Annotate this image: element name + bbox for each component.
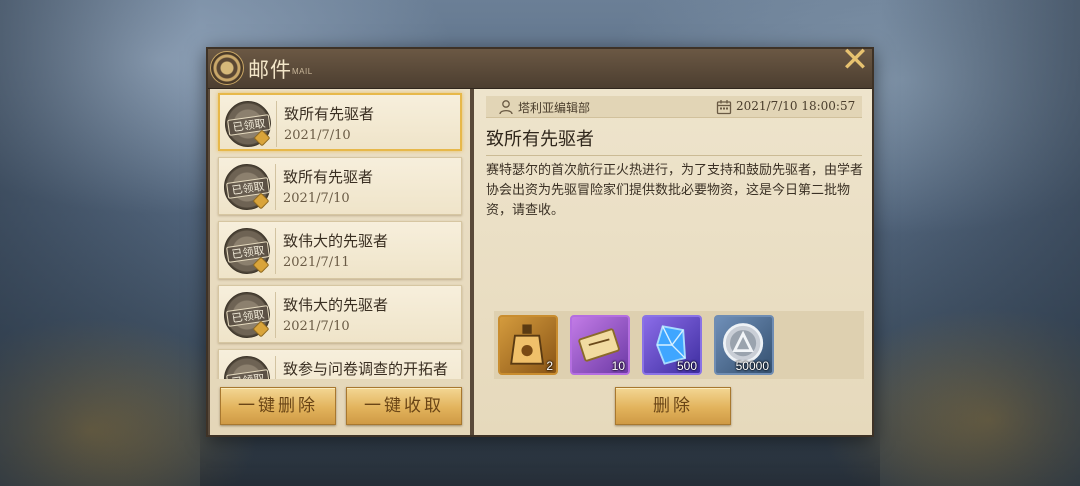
window-subtitle: MAIL [292, 67, 313, 76]
reward-item[interactable]: 2 [498, 315, 558, 375]
reward-count: 500 [676, 359, 697, 373]
reward-count: 10 [611, 359, 625, 373]
window-title: 邮件 [248, 58, 292, 82]
mail-emblem-icon [210, 51, 244, 85]
divider [275, 292, 276, 338]
calendar-icon [716, 100, 732, 115]
mail-list-item[interactable]: 已领取 致伟大的先驱者 2021/7/11 [218, 221, 462, 279]
mail-status-icon: 已领取 [224, 356, 270, 379]
mail-window: 邮件 MAIL 已领取 致所有先驱者 2021/7/10 已领取 致所有先驱者 [206, 47, 874, 437]
background-left [0, 0, 200, 486]
mail-timestamp: 2021/7/10 18:00:57 [736, 99, 856, 113]
mail-item-date: 2021/7/11 [283, 255, 350, 270]
mail-detail-panel: 塔利亚编辑部 2021/7/10 18:00:57 致所有先驱者 赛特瑟尔的首次… [474, 89, 872, 435]
reward-count: 2 [546, 359, 553, 373]
user-icon [499, 100, 513, 115]
divider [275, 228, 276, 274]
mail-status-icon: 已领取 [224, 164, 270, 210]
divider [276, 101, 277, 147]
reward-item[interactable]: 50000 [714, 315, 774, 375]
claimed-stamp: 已领取 [226, 369, 270, 379]
mail-status-icon: 已领取 [225, 101, 271, 147]
divider [486, 155, 862, 156]
mail-list-item[interactable]: 已领取 致伟大的先驱者 2021/7/10 [218, 285, 462, 343]
mail-item-date: 2021/7/10 [283, 191, 350, 206]
close-icon[interactable]: ✕ [840, 43, 870, 77]
mail-body: 赛特瑟尔的首次航行正火热进行，为了支持和鼓励先驱者，由学者协会出资为先驱冒险家们… [486, 163, 864, 218]
rewards-bar: 2 10 500 50000 [494, 311, 864, 379]
delete-button[interactable]: 删除 [615, 387, 731, 425]
mail-list-panel: 已领取 致所有先驱者 2021/7/10 已领取 致所有先驱者 2021/7/1… [210, 89, 470, 435]
mail-status-icon: 已领取 [224, 228, 270, 274]
mail-list-item[interactable]: 已领取 致参与问卷调查的开拓者 [218, 349, 462, 379]
mail-item-date: 2021/7/10 [284, 128, 351, 143]
reward-item[interactable]: 500 [642, 315, 702, 375]
divider [275, 356, 276, 379]
delete-all-button[interactable]: 一键删除 [220, 387, 336, 425]
mail-heading: 致所有先驱者 [486, 129, 594, 150]
background-right [880, 0, 1080, 486]
mail-item-title: 致伟大的先驱者 [283, 232, 389, 250]
mail-status-icon: 已领取 [224, 292, 270, 338]
mail-list[interactable]: 已领取 致所有先驱者 2021/7/10 已领取 致所有先驱者 2021/7/1… [210, 89, 470, 379]
title-bar: 邮件 MAIL [208, 49, 872, 89]
mail-list-item[interactable]: 已领取 致所有先驱者 2021/7/10 [218, 93, 462, 151]
mail-item-title: 致参与问卷调查的开拓者 [283, 360, 449, 378]
divider [275, 164, 276, 210]
mail-item-title: 致所有先驱者 [283, 168, 374, 186]
mail-item-date: 2021/7/10 [283, 319, 350, 334]
claim-all-button[interactable]: 一键收取 [346, 387, 462, 425]
mail-list-item[interactable]: 已领取 致所有先驱者 2021/7/10 [218, 157, 462, 215]
reward-count: 50000 [735, 359, 769, 373]
mail-sender: 塔利亚编辑部 [518, 101, 591, 115]
mail-item-title: 致所有先驱者 [284, 105, 375, 123]
mail-meta-bar: 塔利亚编辑部 2021/7/10 18:00:57 [486, 96, 862, 118]
reward-item[interactable]: 10 [570, 315, 630, 375]
mail-item-title: 致伟大的先驱者 [283, 296, 389, 314]
